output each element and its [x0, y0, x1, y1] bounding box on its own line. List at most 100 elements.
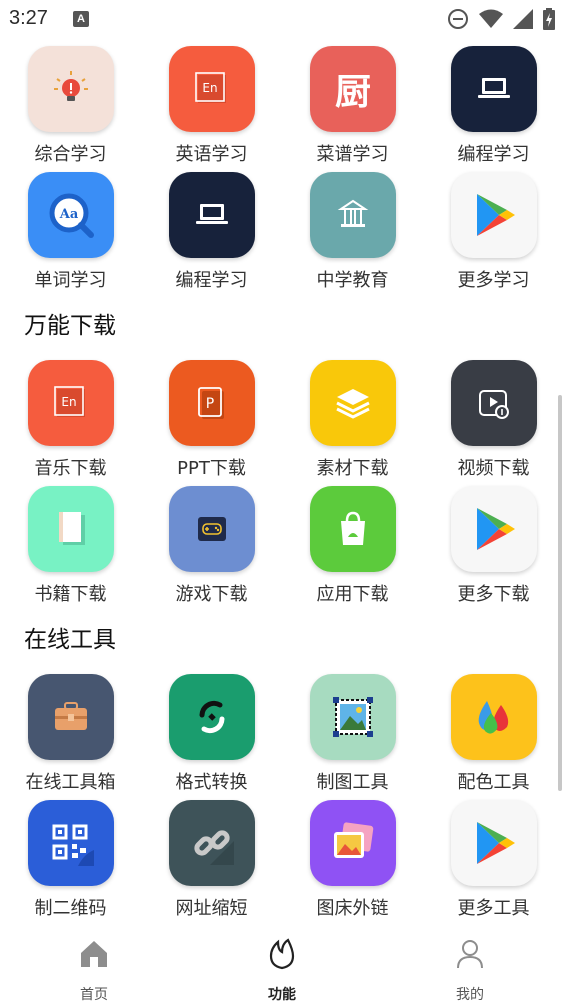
learning-item-label: 编程学习: [457, 144, 530, 165]
gallery-icon: [310, 800, 396, 886]
notification-icon: A: [73, 11, 89, 27]
nav-item-flame[interactable]: 功能: [188, 928, 376, 1004]
laptop-icon: [169, 172, 255, 258]
download-item-label: 素材下载: [316, 458, 389, 479]
english-doc-icon: En: [169, 46, 255, 132]
tools-grid: 在线工具箱 格式转换 制图工具 配色工具制二维码 网址缩短 图床外链 更多工具: [0, 668, 565, 920]
tool-item[interactable]: 在线工具箱: [0, 668, 141, 794]
tool-item-label: 更多工具: [457, 898, 530, 919]
download-item-label: 音乐下载: [34, 458, 107, 479]
learning-item[interactable]: Aa 单词学习: [0, 166, 141, 292]
kitchen-icon: 厨: [310, 46, 396, 132]
home-icon: [74, 934, 114, 974]
learning-item[interactable]: 综合学习: [0, 40, 141, 166]
tool-item-label: 图床外链: [316, 898, 389, 919]
qr-code-icon: [28, 800, 114, 886]
learning-item[interactable]: 更多学习: [423, 166, 564, 292]
status-time: 3:27: [9, 7, 48, 29]
learning-item-label: 菜谱学习: [316, 144, 389, 165]
download-item[interactable]: 游戏下载: [141, 480, 282, 606]
english-doc-icon: En: [28, 360, 114, 446]
download-grid: En 音乐下载 P PPT下载 素材下载 视频下载书籍下载 游戏下载 应用下载 更多下载: [0, 354, 565, 606]
learning-item[interactable]: 厨菜谱学习: [282, 40, 423, 166]
status-bar: 3:27 A: [0, 0, 565, 40]
download-item[interactable]: En 音乐下载: [0, 354, 141, 480]
learning-item[interactable]: 中学教育: [282, 166, 423, 292]
bottom-navigation: 首页 功能 我的: [0, 928, 565, 1004]
download-item-label: 视频下载: [457, 458, 530, 479]
video-download-icon: [451, 360, 537, 446]
download-item[interactable]: 更多下载: [423, 480, 564, 606]
layers-icon: [310, 360, 396, 446]
tool-item[interactable]: 图床外链: [282, 794, 423, 920]
color-drops-icon: [451, 674, 537, 760]
learning-item-label: 更多学习: [457, 270, 530, 291]
learning-item[interactable]: En 英语学习: [141, 40, 282, 166]
download-item-label: 应用下载: [316, 584, 389, 605]
wifi-icon: [479, 9, 503, 28]
ppt-icon: P: [169, 360, 255, 446]
do-not-disturb-icon: [448, 9, 468, 29]
convert-icon: [169, 674, 255, 760]
image-frame-icon: [310, 674, 396, 760]
download-item-label: 游戏下载: [175, 584, 248, 605]
status-icons: [447, 8, 555, 30]
tool-item[interactable]: 格式转换: [141, 668, 282, 794]
download-item[interactable]: 素材下载: [282, 354, 423, 480]
play-store-icon: [451, 172, 537, 258]
tool-item[interactable]: 网址缩短: [141, 794, 282, 920]
learning-item[interactable]: 编程学习: [423, 40, 564, 166]
svg-text:Aa: Aa: [59, 207, 79, 222]
download-item[interactable]: P PPT下载: [141, 354, 282, 480]
tool-item-label: 制图工具: [316, 772, 389, 793]
download-item[interactable]: 视频下载: [423, 354, 564, 480]
learning-item-label: 中学教育: [316, 270, 389, 291]
learning-item[interactable]: 编程学习: [141, 166, 282, 292]
nav-label: 首页: [80, 987, 108, 1003]
tool-item-label: 在线工具箱: [25, 772, 116, 793]
learning-item-label: 单词学习: [34, 270, 107, 291]
flame-icon: [262, 934, 302, 974]
learning-item-label: 英语学习: [175, 144, 248, 165]
svg-text:En: En: [61, 395, 76, 409]
play-store-icon: [451, 800, 537, 886]
laptop-icon: [451, 46, 537, 132]
section-title-download: 万能下载: [24, 313, 116, 339]
book-icon: [28, 486, 114, 572]
nav-label: 功能: [268, 987, 296, 1003]
signal-icon: [513, 9, 533, 29]
tool-item[interactable]: 制二维码: [0, 794, 141, 920]
gamepad-icon: [169, 486, 255, 572]
scrollbar[interactable]: [558, 395, 562, 791]
school-icon: [310, 172, 396, 258]
tool-item[interactable]: 更多工具: [423, 794, 564, 920]
nav-item-home[interactable]: 首页: [0, 928, 188, 1004]
nav-item-user[interactable]: 我的: [376, 928, 564, 1004]
svg-text:P: P: [206, 396, 214, 412]
tool-item-label: 配色工具: [457, 772, 530, 793]
toolbox-icon: [28, 674, 114, 760]
user-icon: [450, 934, 490, 974]
download-item[interactable]: 书籍下载: [0, 480, 141, 606]
tool-item-label: 格式转换: [175, 772, 248, 793]
play-store-icon: [451, 486, 537, 572]
download-item-label: PPT下载: [177, 458, 246, 479]
download-item-label: 书籍下载: [34, 584, 107, 605]
tool-item-label: 网址缩短: [175, 898, 248, 919]
tool-item[interactable]: 配色工具: [423, 668, 564, 794]
tool-item-label: 制二维码: [34, 898, 107, 919]
lightbulb-icon: [28, 46, 114, 132]
dictionary-search-icon: Aa: [28, 172, 114, 258]
app-bag-icon: [310, 486, 396, 572]
download-item[interactable]: 应用下载: [282, 480, 423, 606]
learning-item-label: 编程学习: [175, 270, 248, 291]
link-icon: [169, 800, 255, 886]
content-scroll-area[interactable]: 综合学习 En 英语学习厨菜谱学习 编程学习 Aa 单词学习 编程学习 中学教育 更多学习 万能…: [0, 40, 565, 928]
battery-icon: [543, 8, 555, 30]
nav-label: 我的: [456, 987, 484, 1003]
section-title-tools: 在线工具: [24, 627, 116, 653]
tool-item[interactable]: 制图工具: [282, 668, 423, 794]
download-item-label: 更多下载: [457, 584, 530, 605]
learning-grid: 综合学习 En 英语学习厨菜谱学习 编程学习 Aa 单词学习 编程学习 中学教育 更多学习: [0, 40, 565, 292]
svg-text:En: En: [202, 81, 217, 95]
